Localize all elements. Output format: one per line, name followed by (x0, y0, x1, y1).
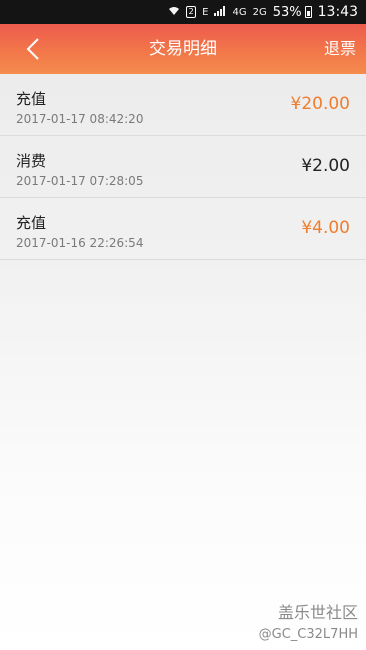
battery-icon (304, 6, 312, 18)
transaction-amount: ¥4.00 (301, 218, 350, 238)
transaction-date: 2017-01-17 07:28:05 (16, 174, 144, 188)
transaction-date: 2017-01-16 22:26:54 (16, 236, 144, 250)
transaction-row[interactable]: 消费 2017-01-17 07:28:05 ¥2.00 (0, 136, 366, 198)
transaction-date: 2017-01-17 08:42:20 (16, 112, 144, 126)
battery-percent: 53% (272, 4, 302, 20)
clock: 13:43 (317, 4, 358, 20)
watermark: 盖乐世社区 @GC_C32L7HH (259, 599, 358, 642)
network-e-label: E (202, 6, 209, 18)
transaction-type: 充值 (16, 214, 47, 232)
network-4g-label: 4G (232, 6, 247, 18)
sim-slot-badge: 2 (186, 6, 197, 18)
wifi-icon (168, 6, 180, 19)
page-title: 交易明细 (149, 39, 217, 59)
transaction-type: 消费 (16, 152, 47, 170)
refund-button[interactable]: 退票 (324, 24, 356, 74)
transaction-list: 充值 2017-01-17 08:42:20 ¥20.00 消费 2017-01… (0, 74, 366, 260)
transaction-row[interactable]: 充值 2017-01-17 08:42:20 ¥20.00 (0, 74, 366, 136)
transaction-type: 充值 (16, 90, 47, 108)
signal-icon (214, 5, 226, 19)
status-bar: 2 E 4G 2G 53% 13:43 (0, 0, 366, 24)
watermark-brand: 盖乐世社区 (277, 603, 358, 622)
watermark-user: @GC_C32L7HH (258, 627, 358, 642)
transaction-amount: ¥2.00 (301, 156, 350, 176)
transaction-amount: ¥20.00 (290, 94, 350, 114)
network-2g-label: 2G (252, 6, 267, 18)
app-bar: 交易明细 退票 (0, 24, 366, 74)
transaction-row[interactable]: 充值 2017-01-16 22:26:54 ¥4.00 (0, 198, 366, 260)
